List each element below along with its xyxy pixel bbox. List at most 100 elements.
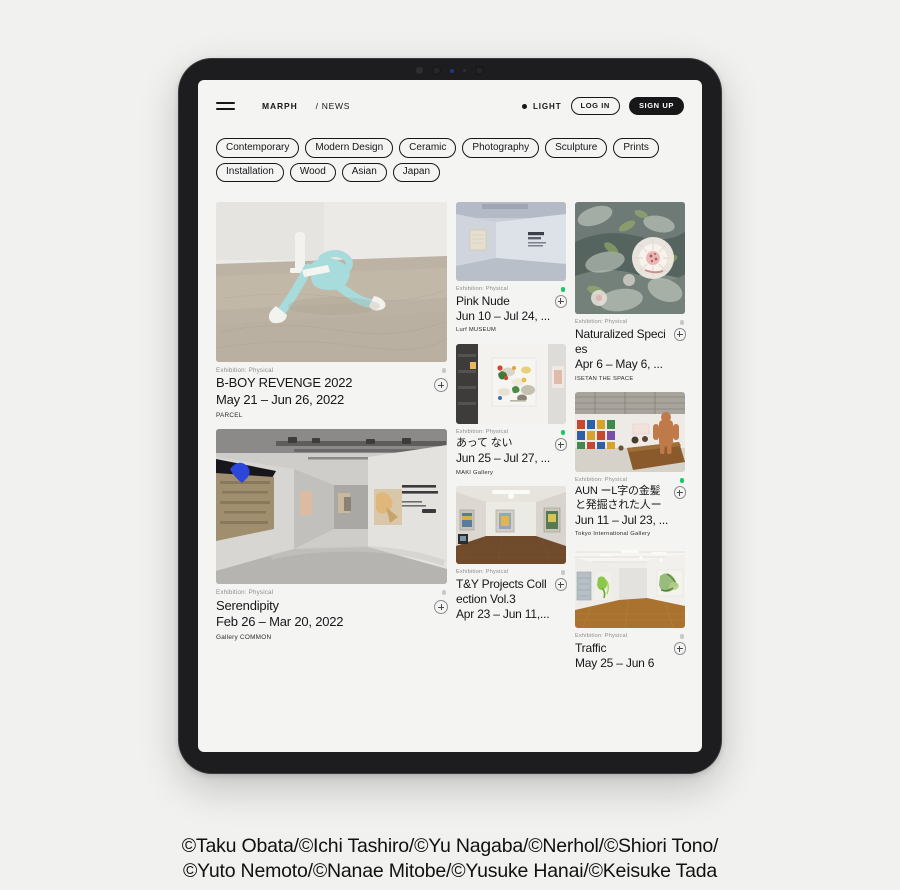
exhibition-grid: ... (198, 196, 702, 682)
tag-prints[interactable]: Prints (613, 138, 659, 158)
header-actions: LIGHT LOG IN SIGN UP (522, 97, 684, 115)
signup-button[interactable]: SIGN UP (628, 97, 684, 115)
tag-filter-list: Contemporary Modern Design Ceramic Photo… (198, 132, 678, 182)
proximity-sensor-icon (416, 67, 423, 74)
dot-icon (522, 103, 528, 109)
card-date: Feb 26 – Mar 20, 2022 (216, 614, 344, 630)
exhibition-card[interactable]: Exhibition: Physical Pink Nude Jun 10 – … (456, 202, 567, 334)
white-wall-with-colorful-table-painting-image (456, 344, 566, 425)
exhibition-card[interactable]: Exhibition: Physical AUN ーL字の金髪と発掘された人ー … (575, 392, 686, 538)
plus-icon[interactable] (554, 438, 567, 451)
card-title: AUN ーL字の金髪と発掘された人ー (575, 485, 662, 512)
status-badge (679, 634, 684, 639)
brand-logo[interactable]: MARPH (262, 101, 298, 111)
credits-line-2: ©Yuto Nemoto/©Nanae Mitobe/©Yusuke Hanai… (182, 860, 718, 883)
card-type: Exhibition: Physical (456, 429, 509, 436)
card-meta: Exhibition: Physical Serendipity Feb 26 … (216, 584, 448, 642)
exhibition-card[interactable]: Exhibition: Physical あって ない Jun 25 – Jul… (456, 344, 567, 476)
card-date: Jun 10 – Jul 24, ... (456, 308, 550, 323)
card-meta: Exhibition: Physical Traffic May 25 – Ju… (575, 628, 686, 671)
floral-chrysanthemum-painting-image (575, 202, 685, 314)
card-venue: MAKI Gallery (456, 469, 494, 476)
card-title: T&Y Projects Collection Vol.3 (456, 577, 547, 607)
card-venue: Tokyo International Gallery (575, 531, 651, 538)
card-type: Exhibition: Physical (456, 286, 509, 292)
status-badge (441, 590, 446, 595)
status-badge (560, 287, 565, 292)
card-title: B-BOY REVENGE 2022 (216, 375, 353, 391)
depth-sensor-icon (475, 66, 484, 75)
card-date: Apr 23 – Jun 11,... (456, 607, 550, 622)
exhibition-card[interactable]: Exhibition: Physical Traffic May 25 – Ju… (575, 548, 686, 671)
theme-toggle[interactable]: LIGHT (522, 102, 562, 111)
bright-gallery-wooden-floor-green-artworks-image (575, 548, 685, 629)
tag-modern-design[interactable]: Modern Design (305, 138, 394, 158)
card-title: Serendipity (216, 597, 279, 613)
card-thumbnail[interactable] (456, 344, 566, 425)
card-thumbnail[interactable] (456, 202, 566, 281)
card-date: Jun 25 – Jul 27, ... (456, 450, 550, 465)
ambient-light-sensor-icon (463, 69, 466, 72)
status-led-icon (450, 68, 454, 73)
card-venue: Lurf MUSEUM (456, 327, 497, 334)
tag-photography[interactable]: Photography (462, 138, 540, 158)
tag-asian[interactable]: Asian (341, 162, 387, 182)
wood-floor-gallery-with-framed-paintings-image (456, 486, 566, 565)
card-meta: Exhibition: Physical AUN ーL字の金髪と発掘された人ー … (575, 472, 686, 538)
card-type: Exhibition: Physical (575, 319, 628, 325)
card-type: Exhibition: Physical (575, 633, 628, 640)
front-sensor-array (416, 66, 484, 75)
theme-label: LIGHT (533, 101, 562, 111)
card-venue: ISETAN THE SPACE (575, 375, 634, 382)
tag-ceramic[interactable]: Ceramic (399, 138, 457, 158)
exhibition-card[interactable]: Exhibition: Physical Naturalized Species… (575, 202, 686, 382)
card-date: Jun 11 – Jul 23, ... (575, 512, 669, 527)
plus-icon[interactable] (554, 295, 567, 308)
card-type: Exhibition: Physical (456, 569, 509, 576)
card-thumbnail[interactable] (575, 548, 685, 629)
card-venue: PARCEL (216, 411, 243, 419)
grid-columns: Exhibition: Physical B-BOY REVENGE 2022 … (216, 202, 686, 682)
hamburger-menu-icon[interactable] (216, 102, 235, 110)
card-thumbnail[interactable] (216, 429, 447, 585)
card-date: Apr 6 – May 6, ... (575, 356, 663, 371)
status-badge (560, 430, 565, 435)
card-meta: Exhibition: Physical あって ない Jun 25 – Jul… (456, 424, 567, 476)
card-date: May 25 – Jun 6 (575, 656, 655, 671)
exhibition-card[interactable]: Exhibition: Physical Serendipity Feb 26 … (216, 429, 448, 642)
card-thumbnail[interactable] (575, 202, 685, 314)
card-thumbnail[interactable] (456, 486, 566, 565)
plus-icon[interactable] (554, 578, 567, 591)
exhibition-card[interactable]: Exhibition: Physical T&Y Projects Collec… (456, 486, 567, 623)
card-venue: Gallery COMMON (216, 634, 272, 642)
tag-installation[interactable]: Installation (216, 162, 284, 182)
status-badge (679, 478, 684, 483)
tag-japan[interactable]: Japan (392, 162, 441, 182)
tag-sculpture[interactable]: Sculpture (545, 138, 608, 158)
plus-icon[interactable] (673, 328, 686, 341)
card-date: May 21 – Jun 26, 2022 (216, 391, 345, 407)
login-button[interactable]: LOG IN (570, 97, 620, 115)
plus-icon[interactable] (434, 378, 448, 392)
card-type: Exhibition: Physical (216, 589, 274, 597)
tag-wood[interactable]: Wood (289, 162, 336, 182)
tag-contemporary[interactable]: Contemporary (216, 138, 300, 158)
breadcrumb[interactable]: / NEWS (316, 101, 350, 111)
card-title: Naturalized Species (575, 326, 666, 356)
plus-icon[interactable] (673, 642, 686, 655)
blue-gray-gallery-room-with-framed-work-image (456, 202, 566, 281)
plus-icon[interactable] (673, 486, 686, 499)
exhibition-card[interactable]: Exhibition: Physical B-BOY REVENGE 2022 … (216, 202, 448, 419)
plus-icon[interactable] (434, 600, 448, 615)
card-meta: Exhibition: Physical B-BOY REVENGE 2022 … (216, 362, 448, 419)
status-badge (441, 368, 446, 373)
status-badge (679, 320, 684, 325)
card-thumbnail[interactable] (575, 392, 685, 473)
card-type: Exhibition: Physical (216, 367, 274, 374)
card-title: Pink Nude (456, 293, 510, 308)
credits-caption: ©Taku Obata/©Ichi Tashiro/©Yu Nagaba/©Ne… (0, 834, 900, 884)
grid-column-left: Exhibition: Physical B-BOY REVENGE 2022 … (216, 202, 448, 652)
card-type: Exhibition: Physical (575, 477, 628, 484)
tablet-screen: MARPH / NEWS LIGHT LOG IN SIGN UP Contem… (198, 80, 702, 752)
card-thumbnail[interactable] (216, 202, 447, 362)
